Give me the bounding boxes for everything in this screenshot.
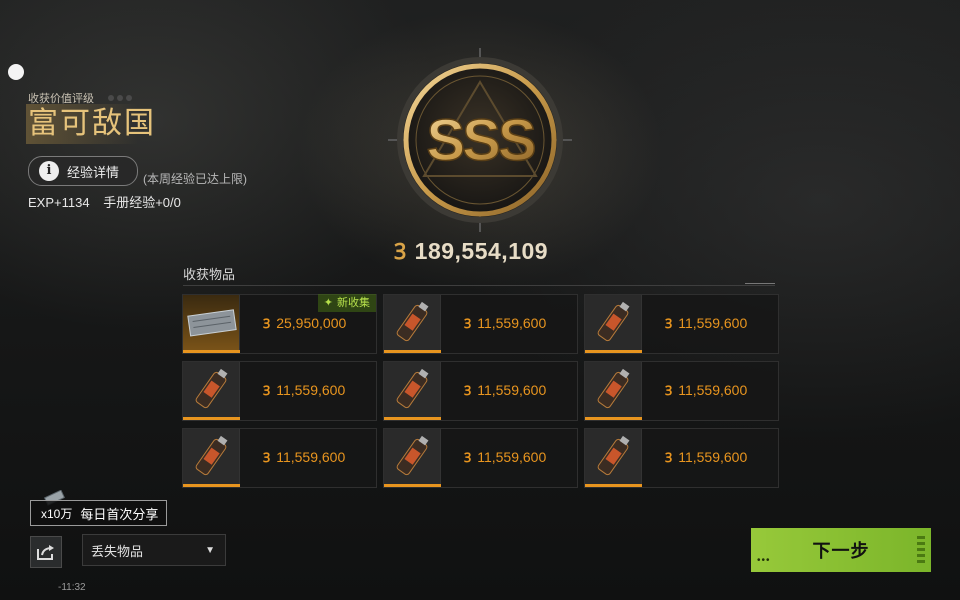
total-value-amount: 189,554,109 — [414, 237, 549, 264]
item-price-value: 11,559,600 — [477, 315, 547, 331]
exp-details-button[interactable]: i 经验详情 — [28, 156, 138, 186]
item-price: Ꝫ 11,559,600 — [665, 314, 747, 332]
share-button[interactable] — [30, 536, 62, 568]
new-collection-badge: ✦ 新收集 — [317, 294, 376, 312]
currency-icon: Ꝫ — [665, 317, 673, 332]
currency-icon: Ꝫ — [665, 451, 673, 466]
item-price-value: 11,559,600 — [276, 382, 346, 398]
currency-icon: Ꝫ — [263, 384, 271, 399]
currency-icon: Ꝫ — [665, 384, 673, 399]
currency-icon: Ꝫ — [394, 239, 407, 265]
spray-can-icon — [585, 295, 642, 351]
item-price-value: 11,559,600 — [678, 315, 748, 331]
info-icon: i — [39, 161, 59, 181]
weekly-limit-note: (本周经验已达上限) — [143, 172, 247, 186]
sparkle-icon: ✦ — [323, 297, 333, 309]
currency-icon: Ꝫ — [464, 317, 472, 332]
item-price-value: 11,559,600 — [477, 382, 547, 398]
spray-can-icon — [384, 362, 441, 418]
item-card[interactable]: Ꝫ 11,559,600 — [584, 294, 779, 354]
item-price-value: 11,559,600 — [276, 449, 346, 465]
stripes-decoration — [917, 536, 925, 564]
chevron-down-icon: ▼ — [205, 544, 215, 556]
item-price: Ꝫ 11,559,600 — [665, 381, 747, 399]
item-price-value: 11,559,600 — [477, 449, 547, 465]
items-title: 收获物品 — [183, 267, 236, 282]
item-price: Ꝫ 11,559,600 — [464, 314, 546, 332]
exp-gain: EXP+1134 — [28, 195, 90, 210]
next-step-button[interactable]: ••• 下一步 — [751, 528, 931, 572]
spray-can-icon — [585, 429, 642, 485]
spray-can-icon — [183, 362, 240, 418]
item-card[interactable]: Ꝫ 25,950,000 ✦ 新收集 — [182, 294, 377, 354]
spray-can-icon — [384, 429, 441, 485]
bullet-box-icon — [183, 295, 240, 351]
rarity-bar — [585, 350, 642, 353]
dots-decoration: ••• — [757, 555, 771, 566]
currency-icon: Ꝫ — [464, 384, 472, 399]
item-price: Ꝫ 11,559,600 — [263, 381, 345, 399]
item-card[interactable]: Ꝫ 11,559,600 — [383, 294, 578, 354]
rarity-bar — [183, 484, 240, 487]
item-card[interactable]: Ꝫ 11,559,600 — [383, 361, 578, 421]
grade-emblem: SSS — [388, 48, 572, 232]
rarity-bar — [183, 417, 240, 420]
manual-exp: 手册经验+0/0 — [103, 195, 181, 210]
item-card[interactable]: Ꝫ 11,559,600 — [383, 428, 578, 488]
item-card[interactable]: Ꝫ 11,559,600 — [584, 361, 779, 421]
item-price: Ꝫ 25,950,000 — [263, 314, 346, 332]
lost-items-selected: 丢失物品 — [91, 543, 144, 559]
share-reward-count: x10万 — [41, 506, 73, 521]
rarity-bar — [384, 350, 441, 353]
total-value: Ꝫ 189,554,109 — [394, 236, 548, 266]
next-step-label: 下一步 — [812, 541, 870, 561]
spray-can-icon — [384, 295, 441, 351]
rarity-bar — [384, 417, 441, 420]
exp-details-label: 经验详情 — [67, 164, 120, 180]
time-label: -11:32 — [58, 582, 86, 593]
item-card[interactable]: Ꝫ 11,559,600 — [584, 428, 779, 488]
item-price: Ꝫ 11,559,600 — [464, 448, 546, 466]
share-icon — [37, 545, 54, 560]
currency-icon: Ꝫ — [263, 317, 271, 332]
currency-icon: Ꝫ — [263, 451, 271, 466]
share-label: 每日首次分享 — [80, 506, 159, 522]
new-badge-label: 新收集 — [337, 297, 370, 309]
rating-title: 富可敌国 — [26, 104, 186, 144]
status-dot — [8, 64, 24, 80]
rarity-bar — [183, 350, 240, 353]
daily-share-tip[interactable]: x10万 每日首次分享 — [30, 500, 168, 526]
rarity-bar — [585, 417, 642, 420]
item-price: Ꝫ 11,559,600 — [464, 381, 546, 399]
exp-line: EXP+1134 手册经验+0/0 — [28, 192, 181, 211]
item-card[interactable]: Ꝫ 11,559,600 — [182, 428, 377, 488]
item-card[interactable]: Ꝫ 11,559,600 — [182, 361, 377, 421]
rarity-bar — [585, 484, 642, 487]
items-divider — [183, 283, 775, 286]
spray-can-icon — [183, 429, 240, 485]
spray-can-icon — [585, 362, 642, 418]
item-price: Ꝫ 11,559,600 — [665, 448, 747, 466]
lost-items-dropdown[interactable]: 丢失物品 ▼ — [82, 534, 226, 566]
item-price: Ꝫ 11,559,600 — [263, 448, 345, 466]
item-price-value: 11,559,600 — [678, 449, 748, 465]
item-price-value: 25,950,000 — [276, 315, 347, 331]
rating-label-decoration — [108, 88, 174, 102]
item-price-value: 11,559,600 — [678, 382, 748, 398]
rarity-bar — [384, 484, 441, 487]
grade-text: SSS — [426, 108, 534, 173]
currency-icon: Ꝫ — [464, 451, 472, 466]
